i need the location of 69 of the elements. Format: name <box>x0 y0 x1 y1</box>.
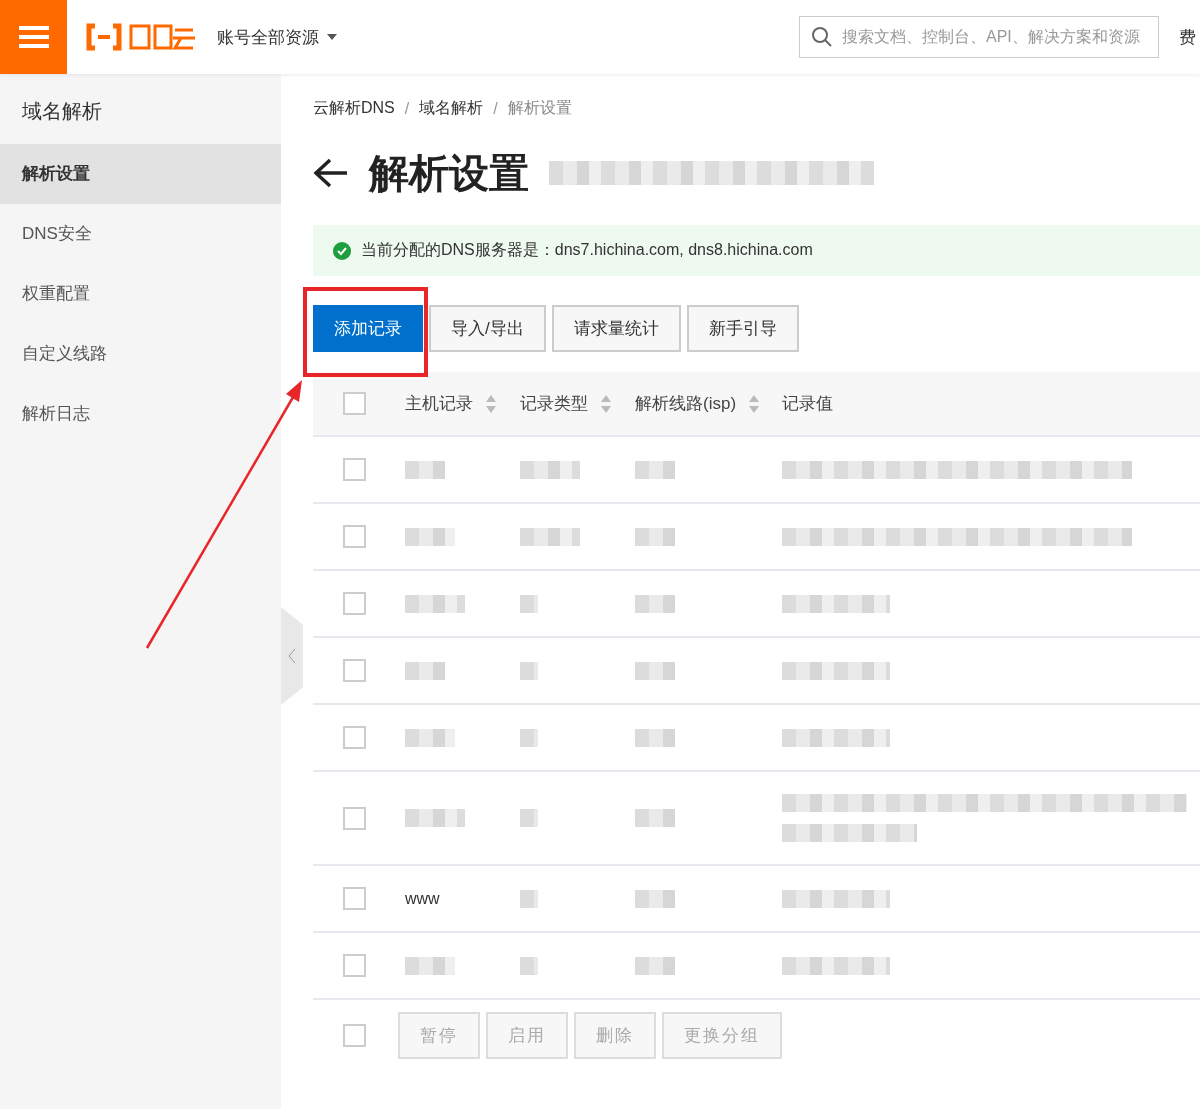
blurred-text <box>405 661 445 680</box>
blurred-text <box>635 809 675 827</box>
menu-icon <box>18 26 49 48</box>
menu-button[interactable] <box>0 0 67 74</box>
checkbox[interactable] <box>343 458 366 481</box>
blurred-text <box>635 661 675 680</box>
blurred-text <box>520 460 580 479</box>
blurred-text <box>405 956 455 975</box>
blurred-text <box>520 809 538 827</box>
column-header[interactable]: 解析线路(isp) <box>635 392 782 415</box>
check-circle-icon <box>333 241 351 260</box>
chevron-left-icon <box>288 648 296 664</box>
blurred-text <box>405 594 465 613</box>
checkbox[interactable] <box>343 887 366 910</box>
checkbox[interactable] <box>343 592 366 615</box>
blurred-text <box>520 527 580 546</box>
checkbox[interactable] <box>343 726 366 749</box>
blurred-text <box>405 527 455 546</box>
caret-down-icon <box>327 34 337 40</box>
action-button[interactable]: 添加记录 <box>313 305 423 352</box>
breadcrumb-separator: / <box>404 99 410 118</box>
blurred-text <box>405 460 445 479</box>
checkbox[interactable] <box>343 806 366 830</box>
blurred-text <box>635 460 675 479</box>
search-field[interactable]: 搜索文档、控制台、API、解决方案和资源 <box>799 16 1159 58</box>
breadcrumb-link[interactable]: 域名解析 <box>419 98 484 119</box>
blurred-text <box>635 527 675 546</box>
blurred-text <box>405 728 455 747</box>
sort-icon[interactable] <box>600 393 612 414</box>
page-title: 解析设置 <box>369 149 529 197</box>
sidebar-title: 域名解析 <box>21 99 103 124</box>
column-header[interactable]: 记录值 <box>782 392 1200 415</box>
checkbox[interactable] <box>343 1024 366 1047</box>
back-arrow-icon[interactable] <box>313 157 349 189</box>
account-menu[interactable]: 账号全部资源 <box>217 25 337 49</box>
sidebar-item[interactable]: DNS安全 <box>0 204 281 264</box>
sidebar-item[interactable]: 解析设置 <box>0 144 281 204</box>
checkbox[interactable] <box>343 954 366 977</box>
sidebar-item[interactable]: 自定义线路 <box>0 324 281 384</box>
sort-icon[interactable] <box>485 393 497 414</box>
action-button[interactable]: 导入/导出 <box>429 305 546 352</box>
breadcrumb-link[interactable]: 解析设置 <box>507 98 572 119</box>
sidebar-item[interactable]: 解析日志 <box>0 384 281 444</box>
nav-link[interactable]: 费 <box>1179 25 1196 49</box>
action-button[interactable]: 新手引导 <box>686 305 799 352</box>
sidebar-item[interactable]: 权重配置 <box>0 264 281 324</box>
checkbox[interactable] <box>343 659 366 682</box>
search-icon <box>812 27 832 47</box>
blurred-text <box>635 889 675 908</box>
table-cell-text: www <box>405 889 441 908</box>
blurred-text <box>635 594 675 613</box>
blurred-text <box>520 728 538 747</box>
notice-text: 当前分配的DNS服务器是：dns7.hichina.com, dns8.hichina.com <box>361 240 813 260</box>
column-header[interactable]: 主机记录 <box>405 392 520 415</box>
breadcrumb-separator: / <box>493 99 498 118</box>
blurred-text <box>520 956 538 975</box>
action-button[interactable]: 请求量统计 <box>551 305 681 352</box>
blurred-text <box>635 728 675 747</box>
sort-icon[interactable] <box>748 393 761 414</box>
blurred-text <box>520 889 538 908</box>
blurred-text <box>405 809 465 827</box>
checkbox[interactable] <box>343 392 366 415</box>
column-header[interactable]: 记录类型 <box>520 392 635 415</box>
blurred-text <box>520 594 538 613</box>
logo-icon[interactable] <box>85 22 195 52</box>
breadcrumb-link[interactable]: 云解析DNS <box>313 98 395 119</box>
checkbox[interactable] <box>343 525 366 548</box>
blurred-text <box>520 661 538 680</box>
blurred-text <box>635 956 675 975</box>
